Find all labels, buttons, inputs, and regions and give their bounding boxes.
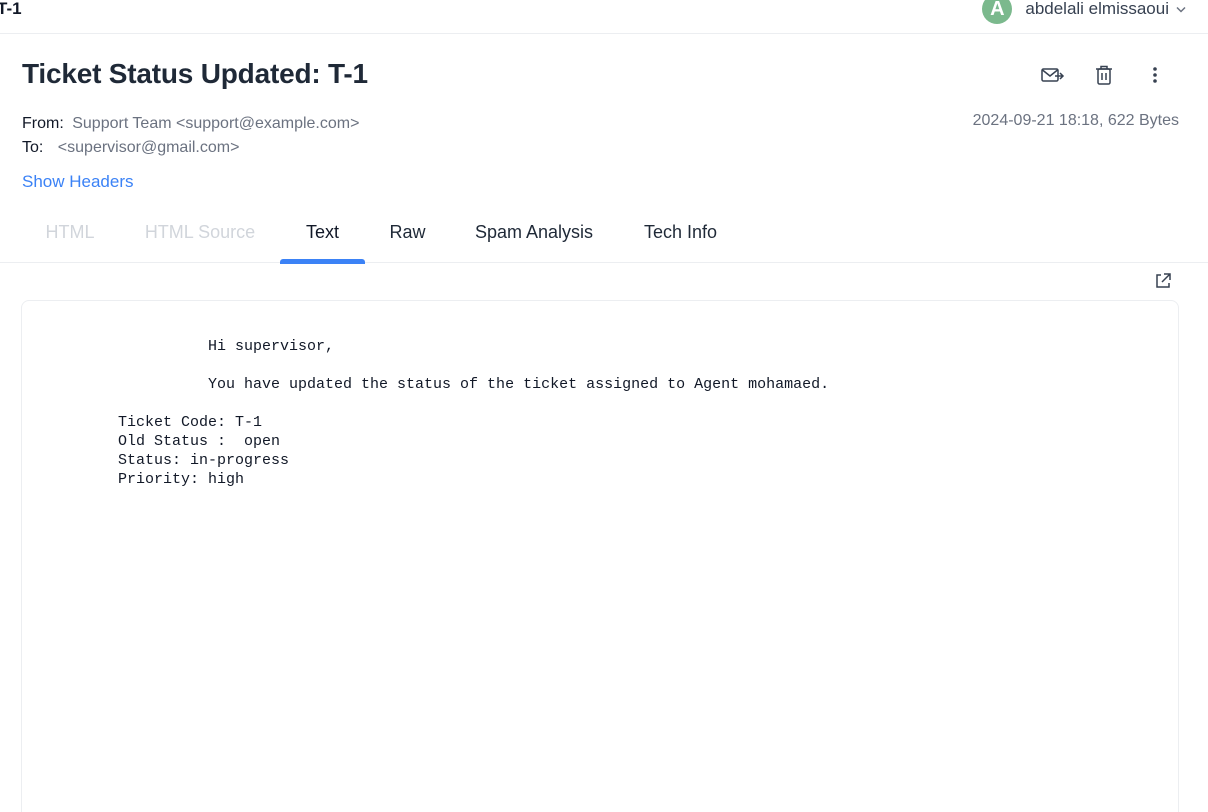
chevron-down-icon	[1176, 4, 1186, 16]
tab-spam-analysis[interactable]: Spam Analysis	[464, 214, 604, 263]
active-tab-indicator	[280, 259, 365, 264]
view-tabs: HTML HTML Source Text Raw Spam Analysis …	[0, 214, 1208, 264]
to-row: To: <supervisor@gmail.com>	[22, 136, 359, 160]
tab-label: HTML	[45, 222, 95, 242]
message-body-card: Hi supervisor, You have updated the stat…	[21, 300, 1179, 812]
tab-label: Text	[305, 222, 339, 242]
tab-label: Spam Analysis	[474, 222, 594, 242]
user-name: abdelali elmissaoui	[1025, 0, 1169, 18]
tab-label: Raw	[389, 222, 426, 242]
tab-tech-info[interactable]: Tech Info	[635, 214, 726, 263]
from-value: Support Team <support@example.com>	[72, 115, 360, 132]
tab-html-source[interactable]: HTML Source	[136, 214, 264, 263]
to-label: To:	[22, 139, 44, 156]
to-value: <supervisor@gmail.com>	[57, 139, 240, 156]
top-bar: T-1 A abdelali elmissaoui	[0, 0, 1208, 34]
message-actions	[1038, 62, 1170, 88]
open-external-icon[interactable]	[1153, 271, 1173, 291]
message-body-text: Hi supervisor, You have updated the stat…	[118, 338, 830, 488]
message-date-size: 2024-09-21 18:18, 622 Bytes	[972, 112, 1179, 129]
tab-raw[interactable]: Raw	[380, 214, 435, 263]
show-headers-link[interactable]: Show Headers	[22, 172, 134, 192]
from-label: From:	[22, 115, 64, 132]
tab-html[interactable]: HTML	[21, 214, 119, 263]
from-row: From: Support Team <support@example.com>	[22, 112, 359, 136]
tab-text[interactable]: Text	[280, 214, 365, 264]
message-subject: Ticket Status Updated: T-1	[22, 58, 368, 89]
tab-label: Tech Info	[643, 222, 718, 242]
message-meta: From: Support Team <support@example.com>…	[22, 112, 359, 160]
forward-icon[interactable]	[1038, 62, 1068, 88]
user-menu[interactable]: A abdelali elmissaoui	[982, 0, 1186, 24]
avatar: A	[982, 0, 1013, 24]
trash-icon[interactable]	[1089, 62, 1119, 88]
breadcrumb: T-1	[0, 0, 22, 18]
tab-label: HTML Source	[144, 222, 256, 242]
more-vertical-icon[interactable]	[1140, 62, 1170, 88]
